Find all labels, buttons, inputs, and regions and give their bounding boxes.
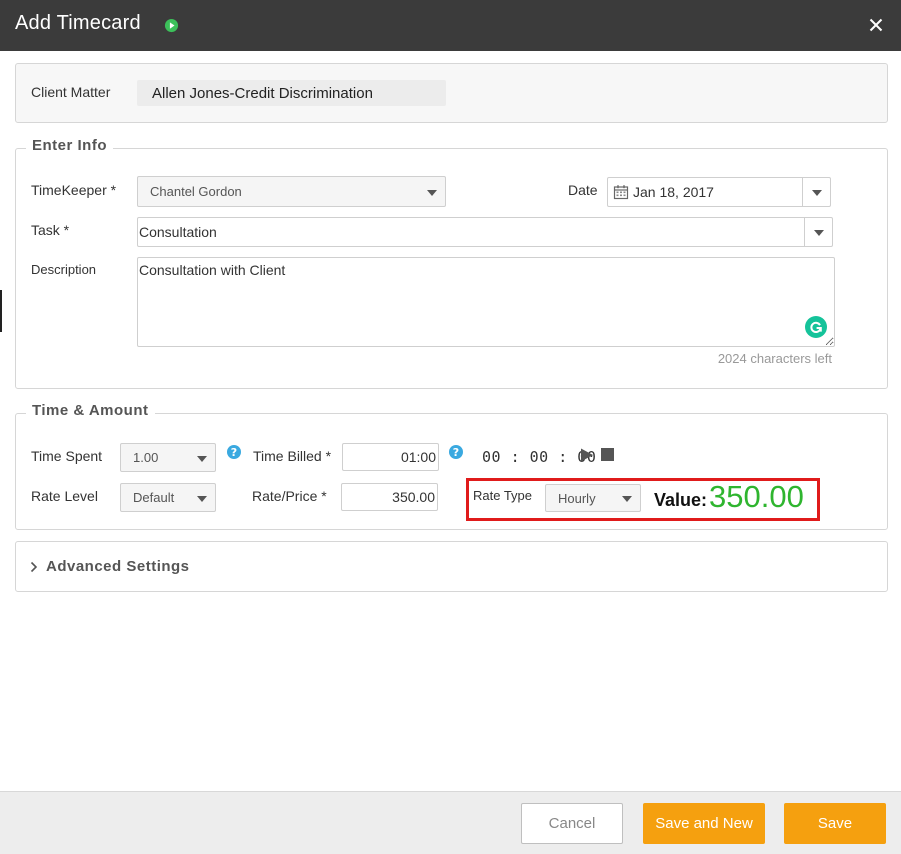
chevron-down-icon[interactable]: [804, 218, 832, 246]
chevron-down-icon: [427, 189, 437, 196]
date-picker[interactable]: Jan 18, 2017: [607, 177, 831, 207]
timekeeper-select[interactable]: Chantel Gordon: [137, 176, 446, 207]
time-amount-legend: Time & Amount: [26, 402, 155, 419]
date-value: Jan 18, 2017: [633, 184, 714, 200]
time-billed-value: 01:00: [400, 449, 436, 465]
time-billed-label: Time Billed *: [253, 448, 332, 464]
chevron-down-icon: [622, 496, 632, 502]
rate-level-label: Rate Level: [31, 488, 98, 504]
time-billed-input[interactable]: 01:00: [342, 443, 439, 471]
description-textarea[interactable]: Consultation with Client: [137, 257, 835, 347]
save-button[interactable]: Save: [784, 803, 886, 844]
chevron-down-icon[interactable]: [802, 178, 830, 206]
rate-price-input[interactable]: 350.00: [341, 483, 438, 511]
play-icon[interactable]: [580, 448, 594, 462]
advanced-settings-toggle[interactable]: Advanced Settings: [46, 558, 190, 575]
timekeeper-value: Chantel Gordon: [150, 184, 242, 199]
chevron-down-icon: [197, 455, 207, 462]
chevron-down-icon: [197, 495, 207, 502]
grammarly-icon[interactable]: [805, 316, 827, 338]
value-label: Value:: [654, 490, 708, 510]
description-label: Description: [31, 262, 97, 277]
task-value: Consultation: [139, 224, 217, 240]
task-label: Task *: [31, 222, 70, 238]
help-icon[interactable]: ?: [227, 445, 241, 459]
date-label: Date: [568, 182, 598, 198]
cancel-button[interactable]: Cancel: [521, 803, 623, 844]
rate-level-value: Default: [133, 490, 175, 505]
client-matter-value: Allen Jones-Credit Discrimination: [137, 80, 446, 106]
task-combobox[interactable]: Consultation: [137, 217, 833, 247]
background-edge: [0, 290, 2, 332]
calendar-icon[interactable]: [613, 184, 629, 200]
value-amount: 350.00: [709, 479, 804, 514]
save-and-new-button[interactable]: Save and New: [643, 803, 765, 844]
rate-level-select[interactable]: Default: [120, 483, 216, 512]
rate-type-select[interactable]: Hourly: [545, 484, 641, 512]
dialog-titlebar: Add Timecard: [0, 0, 901, 51]
close-icon[interactable]: [865, 14, 887, 36]
help-icon[interactable]: ?: [449, 445, 463, 459]
rate-type-label: Rate Type: [473, 488, 533, 503]
dialog-title: Add Timecard: [15, 12, 141, 34]
enter-info-legend: Enter Info: [26, 137, 113, 154]
timekeeper-label: TimeKeeper *: [31, 182, 117, 198]
characters-left-counter: 2024 characters left: [717, 351, 832, 366]
dialog-footer: [0, 791, 901, 854]
time-spent-value: 1.00: [133, 450, 159, 465]
rate-price-value: 350.00: [392, 489, 435, 505]
rate-type-value: Hourly: [558, 490, 596, 506]
time-spent-label: Time Spent: [31, 448, 103, 464]
client-matter-label: Client Matter: [31, 84, 111, 100]
time-spent-select[interactable]: 1.00: [120, 443, 216, 472]
rate-price-label: Rate/Price *: [252, 488, 327, 504]
play-circle-icon[interactable]: [164, 18, 179, 33]
stop-icon[interactable]: [601, 448, 614, 461]
chevron-right-icon[interactable]: [30, 561, 38, 573]
